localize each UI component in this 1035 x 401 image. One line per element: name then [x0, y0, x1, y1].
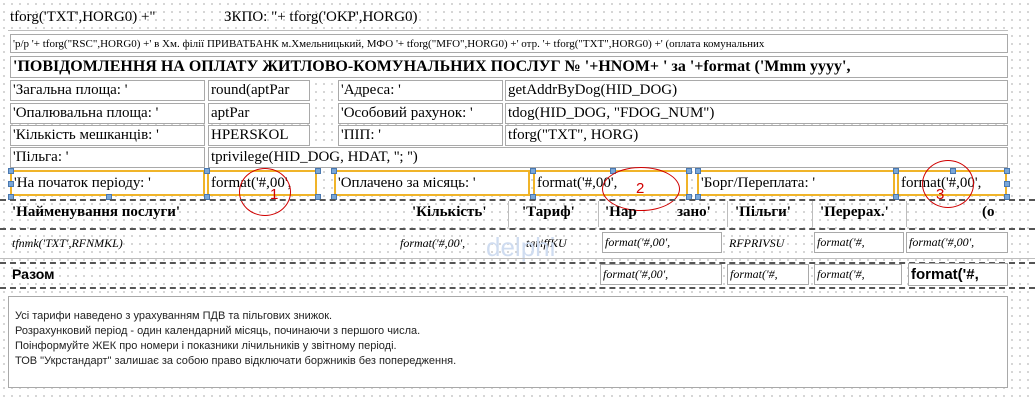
cell-privileges[interactable]: RFPRIVSU — [727, 234, 812, 252]
total-recalc[interactable]: format('#, — [814, 264, 902, 285]
col-header-accrued-end[interactable]: зано' — [675, 203, 725, 223]
cell-accrued[interactable]: format('#,00', — [602, 232, 722, 253]
paid-label[interactable]: 'Оплачено за місяць: ' — [334, 170, 530, 196]
privilege-label[interactable]: 'Пільга: ' — [10, 147, 205, 168]
col-header-recalc[interactable]: 'Перерах.' — [818, 203, 903, 223]
total-extra[interactable]: format('#, — [908, 263, 1008, 286]
annotation-number-2: 2 — [636, 180, 645, 197]
col-header-quantity[interactable]: 'Кількість' — [410, 203, 502, 223]
residents-label[interactable]: 'Кількість мешканців: ' — [10, 125, 205, 146]
start-balance-label[interactable]: 'На початок періоду: ' — [10, 170, 205, 196]
col-header-extra[interactable]: (о — [980, 203, 1010, 223]
bank-details-field[interactable]: 'p/p '+ tforg("RSC",HORG0) +' в Хм. філі… — [10, 34, 1008, 53]
selection-handle[interactable] — [331, 168, 337, 174]
okp-code-field[interactable]: ЗКПО: "+ tforg('OKP',HORG0) — [222, 8, 522, 28]
org-name-field[interactable]: tforg('TXT',HORG0) +" — [8, 8, 218, 28]
selection-handle[interactable] — [530, 168, 536, 174]
col-header-privileges[interactable]: 'Пільги' — [733, 203, 805, 223]
area-value[interactable]: round(aptPar — [208, 80, 310, 101]
selection-handle[interactable] — [1004, 181, 1010, 187]
selection-handle[interactable] — [204, 168, 210, 174]
col-divider — [906, 201, 907, 227]
total-label[interactable]: Разом — [10, 265, 210, 285]
col-divider — [727, 201, 728, 227]
note-line: Усі тарифи наведено з урахуванням ПДВ та… — [15, 310, 333, 322]
address-value[interactable]: getAddrByDog(HID_DOG) — [505, 80, 1008, 101]
selection-handle[interactable] — [1004, 168, 1010, 174]
residents-value[interactable]: HPERSKOL — [208, 125, 310, 146]
total-privileges[interactable]: format('#, — [727, 264, 809, 285]
selection-handle[interactable] — [8, 181, 14, 187]
debt-label[interactable]: 'Борг/Переплата: ' — [697, 170, 895, 196]
account-label[interactable]: 'Особовий рахунок: ' — [338, 103, 503, 124]
area-label[interactable]: 'Загальна площа: ' — [10, 80, 205, 101]
pip-value[interactable]: tforg("TXT", HORG) — [505, 125, 1008, 146]
cell-extra[interactable]: format('#,00', — [906, 232, 1008, 253]
col-divider — [508, 201, 509, 227]
selection-handle[interactable] — [686, 168, 692, 174]
selection-handle[interactable] — [315, 168, 321, 174]
total-accrued[interactable]: format('#,00', — [600, 264, 722, 285]
row-divider — [0, 258, 1035, 259]
col-header-service[interactable]: 'Найменування послуги' — [10, 203, 390, 223]
header-divider — [8, 30, 1008, 31]
cell-service-name[interactable]: tfnmk('TXT',RFNMKL) — [10, 234, 390, 252]
selection-handle[interactable] — [893, 168, 899, 174]
address-label[interactable]: 'Адреса: ' — [338, 80, 503, 101]
selection-handle[interactable] — [695, 168, 701, 174]
col-header-accrued-start[interactable]: 'Нар — [603, 203, 639, 223]
note-line: Поінформуйте ЖЕК про номери і показники … — [15, 340, 397, 352]
heated-area-label[interactable]: 'Опалювальна площа: ' — [10, 103, 205, 124]
cell-recalc[interactable]: format('#, — [814, 232, 904, 253]
band-separator — [0, 228, 1035, 230]
col-header-tariff[interactable]: 'Тариф' — [520, 203, 590, 223]
col-divider — [598, 201, 599, 227]
report-title-field[interactable]: 'ПОВІДОМЛЕННЯ НА ОПЛАТУ ЖИТЛОВО-КОМУНАЛЬ… — [10, 56, 1008, 78]
band-separator — [0, 199, 1035, 201]
note-line: Розрахунковий період - один календарний … — [15, 325, 421, 337]
note-line: ТОВ "Укрстандарт" залишає за собою право… — [15, 355, 457, 367]
report-designer-canvas: tforg('TXT',HORG0) +" ЗКПО: "+ tforg('OK… — [0, 0, 1035, 401]
band-separator — [0, 287, 1035, 289]
pip-label[interactable]: 'ПІП: ' — [338, 125, 503, 146]
col-divider — [812, 201, 813, 227]
account-value[interactable]: tdog(HID_DOG, "FDOG_NUM") — [505, 103, 1008, 124]
selection-handle[interactable] — [8, 168, 14, 174]
heated-area-value[interactable]: aptPar — [208, 103, 310, 124]
privilege-value[interactable]: tprivilege(HID_DOG, HDAT, ''; '') — [208, 147, 1008, 168]
